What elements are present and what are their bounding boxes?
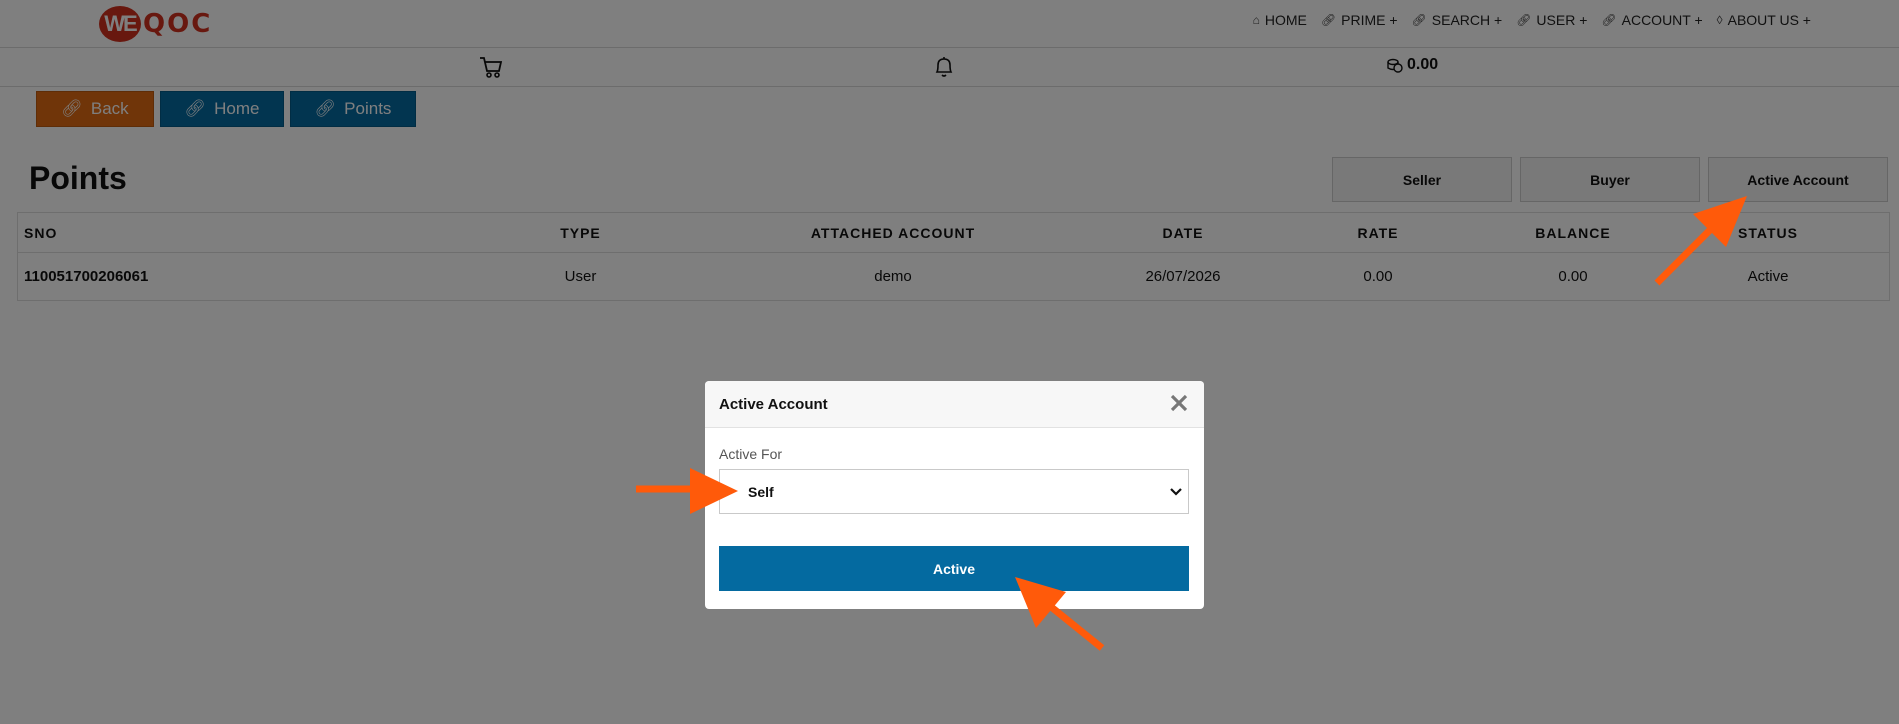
active-account-modal: Active Account Active For Self Active xyxy=(705,381,1204,609)
modal-backdrop[interactable] xyxy=(0,0,1899,724)
modal-title: Active Account xyxy=(719,395,828,413)
active-for-select[interactable]: Self xyxy=(719,469,1189,514)
active-submit-button[interactable]: Active xyxy=(719,546,1189,591)
chevron-down-icon xyxy=(1170,488,1182,496)
modal-header: Active Account xyxy=(705,381,1204,428)
close-icon[interactable] xyxy=(1168,392,1190,414)
active-for-value: Self xyxy=(748,483,774,500)
active-for-label: Active For xyxy=(719,446,783,462)
